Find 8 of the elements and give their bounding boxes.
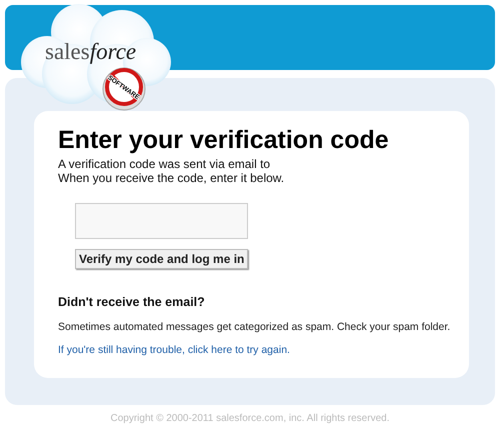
help-text: Sometimes automated messages get categorized as spam. Check your spam folder. bbox=[58, 321, 450, 333]
intro-text: A verification code was sent via email to When you receive the code, enter it below. bbox=[58, 157, 284, 185]
copyright-text: Copyright © 2000-2011 salesforce.com, inc. All rights reserved. bbox=[110, 413, 390, 424]
code-input-field[interactable] bbox=[75, 203, 248, 239]
retry-link[interactable]: If you're still having trouble, click here to try again. bbox=[58, 344, 290, 356]
page-heading: Enter your verification code bbox=[58, 125, 389, 155]
verify-button[interactable]: Verify my code and log me in bbox=[75, 249, 248, 269]
help-heading: Didn't receive the email? bbox=[58, 295, 205, 309]
